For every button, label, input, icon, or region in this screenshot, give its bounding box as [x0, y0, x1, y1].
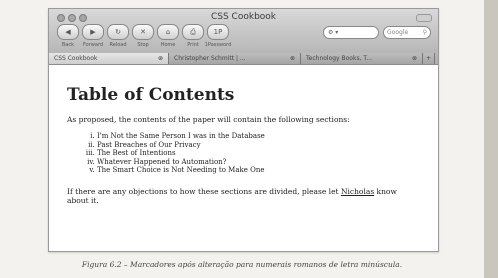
page-heading: Table of Contents — [67, 85, 235, 105]
section-list-item: The Best of Intentions — [97, 149, 420, 158]
arrow-right-icon: ▶ — [90, 28, 96, 36]
title-bar: CSS Cookbook ◀ Back ▶ Forward ↻ Reload ✕ Stop ⌂ H… — [49, 9, 438, 65]
toolbar-item-1password: 1P 1Password — [204, 24, 232, 51]
arrow-right-button[interactable]: ▶ — [82, 24, 104, 40]
toolbar-label: Reload — [109, 42, 127, 48]
tab-label: Christopher Schmitt | ... — [174, 55, 246, 62]
arrow-left-icon: ◀ — [65, 28, 71, 36]
toolbar-item-print: ⎙ Print — [182, 24, 204, 51]
stop-button[interactable]: ✕ — [132, 24, 154, 40]
nicholas-link[interactable]: Nicholas — [341, 187, 374, 196]
tab-close-icon[interactable]: ⊗ — [158, 55, 163, 62]
browser-window: CSS Cookbook ◀ Back ▶ Forward ↻ Reload ✕ Stop ⌂ H… — [48, 8, 439, 252]
toolbar-toggle-button[interactable] — [416, 14, 432, 22]
search-icon: ⚲ — [422, 29, 427, 36]
toolbar-item-home: ⌂ Home — [157, 24, 179, 51]
tab-label: Technology Books, T... — [306, 55, 373, 62]
home-icon: ⌂ — [165, 28, 171, 36]
section-list-item: Past Breaches of Our Privacy — [97, 141, 420, 150]
new-tab-button[interactable]: + — [423, 53, 435, 64]
tab-close-icon[interactable]: ⊗ — [290, 55, 295, 62]
arrow-left-button[interactable]: ◀ — [57, 24, 79, 40]
page-content: Table of Contents As proposed, the conte… — [49, 65, 438, 251]
search-placeholder: Google — [387, 29, 409, 36]
tab-close-icon[interactable]: ⊗ — [412, 55, 417, 62]
address-text: ⚙ ▾ — [328, 29, 339, 36]
toolbar-label: Home — [160, 42, 176, 48]
section-list-item: The Smart Choice is Not Needing to Make … — [97, 166, 420, 175]
closing-paragraph: If there are any objections to how these… — [67, 187, 420, 205]
window-title: CSS Cookbook — [210, 12, 277, 22]
section-list-item: I'm Not the Same Person I was in the Dat… — [97, 132, 420, 141]
reload-icon: ↻ — [115, 28, 121, 36]
tab-bar: CSS Cookbook ⊗ Christopher Schmitt | ... ⊗ T… — [49, 53, 438, 64]
password-icon: 1P — [213, 28, 223, 36]
toolbar-item-reload: ↻ Reload — [107, 24, 129, 51]
print-button[interactable]: ⎙ — [182, 24, 204, 40]
stop-icon: ✕ — [140, 28, 146, 36]
toolbar-label: Stop — [137, 42, 149, 48]
tab-label: CSS Cookbook — [54, 55, 98, 62]
sections-list: I'm Not the Same Person I was in the Dat… — [67, 132, 420, 175]
intro-paragraph: As proposed, the contents of the paper w… — [67, 115, 350, 124]
toolbar-label: Print — [187, 42, 199, 48]
reload-button[interactable]: ↻ — [107, 24, 129, 40]
password-button[interactable]: 1P — [207, 24, 229, 40]
next-page-edge — [484, 0, 498, 278]
toolbar-label: 1Password — [204, 42, 232, 48]
tab-3[interactable]: Technology Books, T... ⊗ — [301, 53, 423, 64]
toolbar-label: Forward — [82, 42, 104, 48]
address-bar[interactable]: ⚙ ▾ — [323, 26, 379, 39]
closing-text-start: If there are any objections to how these… — [67, 186, 341, 196]
toolbar-item-forward: ▶ Forward — [82, 24, 104, 51]
toolbar-item-stop: ✕ Stop — [132, 24, 154, 51]
tab-2[interactable]: Christopher Schmitt | ... ⊗ — [169, 53, 301, 64]
search-field[interactable]: Google ⚲ — [383, 26, 431, 39]
toolbar: ◀ Back ▶ Forward ↻ Reload ✕ Stop ⌂ Home ⎙ Print 1P 1P… — [57, 24, 232, 51]
figure-caption: Figura 6.2 – Marcadores após alteração p… — [81, 260, 403, 269]
home-button[interactable]: ⌂ — [157, 24, 179, 40]
toolbar-label: Back — [61, 42, 75, 48]
print-icon: ⎙ — [190, 27, 196, 36]
section-list-item: Whatever Happened to Automation? — [97, 158, 420, 167]
toolbar-item-back: ◀ Back — [57, 24, 79, 51]
tab-1[interactable]: CSS Cookbook ⊗ — [49, 53, 169, 64]
